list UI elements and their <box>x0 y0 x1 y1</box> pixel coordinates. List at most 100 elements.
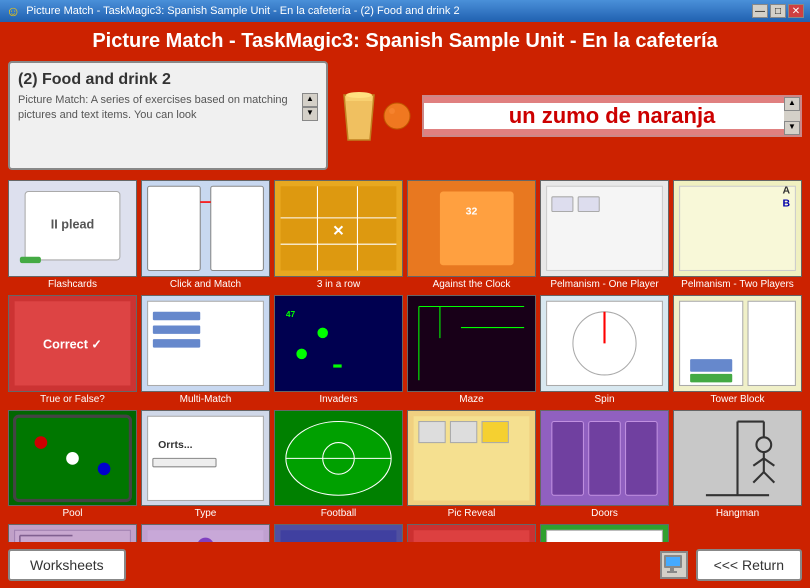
top-section: (2) Food and drink 2 Picture Match: A se… <box>0 61 810 176</box>
game-label-maze: Maze <box>459 394 483 406</box>
game-thumb-maze2 <box>8 524 137 542</box>
maximize-button[interactable]: □ <box>770 4 786 18</box>
game-item-pelmanism1[interactable]: Pelmanism - One Player <box>540 180 669 291</box>
info-scroll-area: Picture Match: A series of exercises bas… <box>18 93 318 124</box>
game-item-flashcards[interactable]: II plead Flashcards <box>8 180 137 291</box>
game-item-clickmatch[interactable]: Click and Match <box>141 180 270 291</box>
game-item-type[interactable]: Orrts... Type <box>141 410 270 521</box>
title-bar: ☺ Picture Match - TaskMagic3: Spanish Sa… <box>0 0 810 22</box>
game-thumb-towerblock <box>673 295 802 392</box>
svg-text:II plead: II plead <box>51 217 95 231</box>
game-thumb-flashcards: II plead <box>8 180 137 277</box>
monitor-button[interactable] <box>660 551 688 579</box>
game-label-3inarow: 3 in a row <box>317 279 360 291</box>
juice-glass-icon <box>340 90 378 142</box>
game-label-truefalse: True or False? <box>40 394 105 406</box>
game-thumb-football <box>274 410 403 507</box>
close-button[interactable]: ✕ <box>788 4 804 18</box>
info-box: (2) Food and drink 2 Picture Match: A se… <box>8 61 328 170</box>
game-item-pelmanism2[interactable]: AB Pelmanism - Two Players <box>673 180 802 291</box>
app-header: Picture Match - TaskMagic3: Spanish Samp… <box>0 22 810 61</box>
game-thumb-jump <box>407 524 536 542</box>
game-item-invaders2[interactable]: Invaders II <box>141 524 270 542</box>
bottom-bar: Worksheets <<< Return <box>0 542 810 588</box>
game-label-flashcards: Flashcards <box>48 279 97 291</box>
game-thumb-pelmanism1 <box>540 180 669 277</box>
text-display-box: un zumo de naranja ▲ ▼ <box>422 95 802 137</box>
monitor-icon <box>663 554 685 576</box>
game-item-trainer[interactable]: el sonidoTrainer <box>540 524 669 542</box>
main-container: Picture Match - TaskMagic3: Spanish Samp… <box>0 22 810 588</box>
game-item-football[interactable]: Football <box>274 410 403 521</box>
picture-area: un zumo de naranja ▲ ▼ <box>336 61 802 170</box>
minimize-button[interactable]: — <box>752 4 768 18</box>
game-item-pool[interactable]: Pool <box>8 410 137 521</box>
text-scroll-up[interactable]: ▲ <box>784 97 800 111</box>
scrollbar-track <box>784 111 800 121</box>
game-thumb-clickmatch <box>141 180 270 277</box>
game-label-hangman: Hangman <box>716 508 759 520</box>
game-item-maze[interactable]: Maze <box>407 295 536 406</box>
game-item-multimatch[interactable]: Multi-Match <box>141 295 270 406</box>
game-label-multimatch: Multi-Match <box>180 394 232 406</box>
svg-text:A: A <box>783 185 791 197</box>
game-item-jump[interactable]: Jump! <box>407 524 536 542</box>
game-item-hangman[interactable]: Hangman <box>673 410 802 521</box>
return-button[interactable]: <<< Return <box>696 549 802 581</box>
game-item-3inarow[interactable]: ✕ 3 in a row <box>274 180 403 291</box>
orange-icon <box>382 101 412 131</box>
game-label-invaders: Invaders <box>319 394 357 406</box>
game-thumb-type: Orrts... <box>141 410 270 507</box>
game-label-atclock: Against the Clock <box>433 279 511 291</box>
unit-subtitle: (2) Food and drink 2 <box>18 71 318 89</box>
svg-text:Correct ✓: Correct ✓ <box>43 337 102 351</box>
game-label-towerblock: Tower Block <box>711 394 765 406</box>
app-icon: ☺ <box>6 3 20 19</box>
game-label-doors: Doors <box>591 508 618 520</box>
game-thumb-pool <box>8 410 137 507</box>
game-label-spin: Spin <box>594 394 614 406</box>
info-scrollbar: ▲ ▼ <box>302 93 318 121</box>
game-label-pelmanism2: Pelmanism - Two Players <box>681 279 794 291</box>
game-item-invaders[interactable]: 47 Invaders <box>274 295 403 406</box>
game-label-type: Type <box>195 508 217 520</box>
text-scroll-down[interactable]: ▼ <box>784 121 800 135</box>
game-item-truefalse[interactable]: Correct ✓ True or False? <box>8 295 137 406</box>
scroll-down-button[interactable]: ▼ <box>302 107 318 121</box>
unit-description: Picture Match: A series of exercises bas… <box>18 93 298 124</box>
game-thumb-atclock: 32 <box>407 180 536 277</box>
game-thumb-3inarow: ✕ <box>274 180 403 277</box>
svg-text:B: B <box>783 197 791 209</box>
title-bar-left: ☺ Picture Match - TaskMagic3: Spanish Sa… <box>6 3 460 19</box>
picture-box <box>336 86 416 146</box>
title-bar-controls: — □ ✕ <box>752 4 804 18</box>
game-item-snake[interactable]: Snake <box>274 524 403 542</box>
app-title: Picture Match - TaskMagic3: Spanish Samp… <box>92 30 717 52</box>
game-label-pelmanism1: Pelmanism - One Player <box>550 279 658 291</box>
game-thumb-maze <box>407 295 536 392</box>
game-thumb-trainer: el sonido <box>540 524 669 542</box>
game-label-football: Football <box>321 508 357 520</box>
worksheets-button[interactable]: Worksheets <box>8 549 126 581</box>
game-thumb-doors <box>540 410 669 507</box>
game-item-spin[interactable]: Spin <box>540 295 669 406</box>
game-item-picreveal[interactable]: Pic Reveal <box>407 410 536 521</box>
game-thumb-snake <box>274 524 403 542</box>
svg-text:✕: ✕ <box>332 224 344 240</box>
svg-text:Orrts...: Orrts... <box>158 438 193 450</box>
window-title: Picture Match - TaskMagic3: Spanish Samp… <box>26 5 459 17</box>
game-item-maze2[interactable]: Maze II <box>8 524 137 542</box>
game-thumb-invaders: 47 <box>274 295 403 392</box>
game-thumb-multimatch <box>141 295 270 392</box>
word-display: un zumo de naranja <box>509 103 716 129</box>
game-item-atclock[interactable]: 32 Against the Clock <box>407 180 536 291</box>
game-label-pool: Pool <box>62 508 82 520</box>
game-thumb-pelmanism2: AB <box>673 180 802 277</box>
game-thumb-truefalse: Correct ✓ <box>8 295 137 392</box>
game-item-towerblock[interactable]: Tower Block <box>673 295 802 406</box>
game-thumb-invaders2 <box>141 524 270 542</box>
scroll-up-button[interactable]: ▲ <box>302 93 318 107</box>
game-label-picreveal: Pic Reveal <box>448 508 496 520</box>
bottom-right: <<< Return <box>660 549 802 581</box>
game-item-doors[interactable]: Doors <box>540 410 669 521</box>
